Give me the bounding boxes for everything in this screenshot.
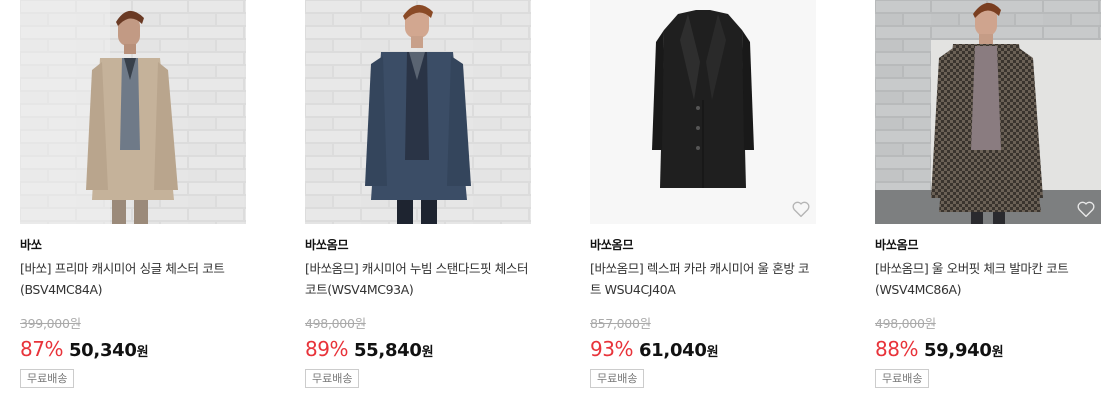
original-price: 498,000원 — [875, 316, 936, 331]
product-card[interactable]: 바쏘옴므 [바쏘옴므] 렉스퍼 카라 캐시미어 울 혼방 코트 WSU4CJ40… — [590, 0, 816, 401]
product-brand[interactable]: 바쏘 — [20, 236, 42, 253]
currency-unit: 원 — [136, 345, 149, 360]
product-title[interactable]: [바쏘옴므] 캐시미어 누빔 스탠다드핏 체스터 코트(WSV4MC93A) — [305, 258, 531, 300]
product-title[interactable]: [바쏘옴므] 울 오버핏 체크 발마칸 코트 (WSV4MC86A) — [875, 258, 1114, 300]
heart-outline-icon[interactable] — [790, 198, 812, 220]
product-image[interactable] — [875, 0, 1101, 224]
free-shipping-badge: 무료배송 — [590, 369, 645, 388]
product-brand[interactable]: 바쏘옴므 — [305, 236, 349, 253]
product-image[interactable] — [20, 0, 246, 224]
product-title[interactable]: [바쏘옴므] 렉스퍼 카라 캐시미어 울 혼방 코트 WSU4CJ40A — [590, 258, 816, 300]
price-line: 87% 50,340원 — [20, 337, 149, 361]
price-line: 93% 61,040원 — [590, 337, 719, 361]
free-shipping-badge: 무료배송 — [20, 369, 75, 388]
product-brand[interactable]: 바쏘옴므 — [875, 236, 919, 253]
product-image[interactable] — [305, 0, 531, 224]
product-brand[interactable]: 바쏘옴므 — [590, 236, 634, 253]
currency-unit: 원 — [991, 345, 1004, 360]
sale-price: 61,040 — [638, 340, 707, 361]
heart-outline-icon[interactable] — [1075, 198, 1097, 220]
original-price: 498,000원 — [305, 316, 366, 331]
discount-rate: 89% — [305, 337, 348, 361]
product-card[interactable]: 바쏘 [바쏘] 프리마 캐시미어 싱글 체스터 코트 (BSV4MC84A) 3… — [20, 0, 246, 401]
discount-rate: 88% — [875, 337, 918, 361]
price-line: 89% 55,840원 — [305, 337, 434, 361]
original-price: 857,000원 — [590, 316, 651, 331]
product-title[interactable]: [바쏘] 프리마 캐시미어 싱글 체스터 코트 (BSV4MC84A) — [20, 258, 246, 300]
sale-price: 59,940 — [923, 340, 992, 361]
currency-unit: 원 — [421, 345, 434, 360]
sale-price: 55,840 — [353, 340, 422, 361]
free-shipping-badge: 무료배송 — [875, 369, 930, 388]
price-line: 88% 59,940원 — [875, 337, 1004, 361]
currency-unit: 원 — [706, 345, 719, 360]
product-image[interactable] — [590, 0, 816, 224]
product-grid: 바쏘 [바쏘] 프리마 캐시미어 싱글 체스터 코트 (BSV4MC84A) 3… — [0, 0, 1114, 401]
sale-price: 50,340 — [68, 340, 137, 361]
product-card[interactable]: 바쏘옴므 [바쏘옴므] 울 오버핏 체크 발마칸 코트 (WSV4MC86A) … — [875, 0, 1114, 401]
original-price: 399,000원 — [20, 316, 81, 331]
free-shipping-badge: 무료배송 — [305, 369, 360, 388]
product-card[interactable]: 바쏘옴므 [바쏘옴므] 캐시미어 누빔 스탠다드핏 체스터 코트(WSV4MC9… — [305, 0, 531, 401]
discount-rate: 93% — [590, 337, 633, 361]
discount-rate: 87% — [20, 337, 63, 361]
